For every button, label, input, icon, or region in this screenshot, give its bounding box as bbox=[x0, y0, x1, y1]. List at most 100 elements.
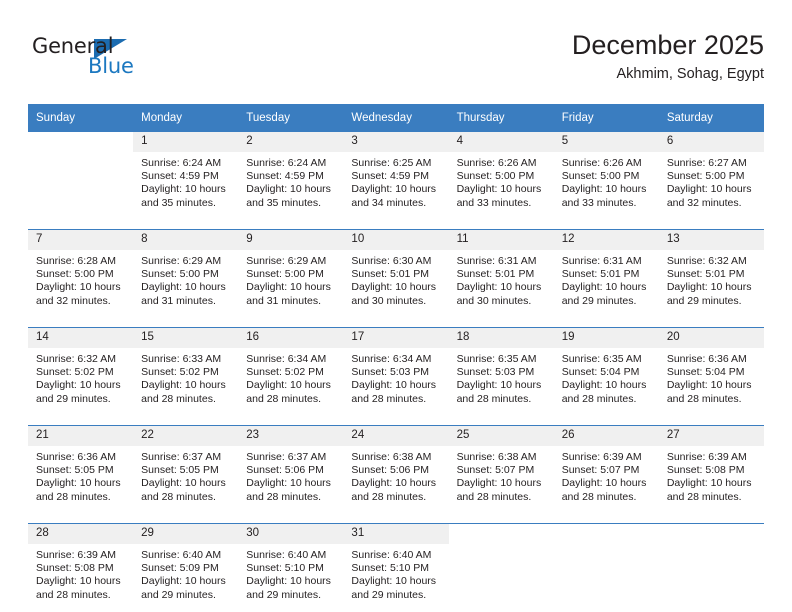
daylight-text-line2: and 28 minutes. bbox=[246, 490, 321, 503]
calendar-day-cell[interactable]: 24 Sunrise: 6:38 AM Sunset: 5:06 PM Dayligh… bbox=[343, 425, 449, 508]
sunset-text: Sunset: 5:04 PM bbox=[561, 366, 640, 379]
sunrise-text: Sunrise: 6:31 AM bbox=[456, 255, 537, 267]
calendar-day-cell[interactable]: 10 Sunrise: 6:30 AM Sunset: 5:01 PM Dayligh… bbox=[343, 229, 449, 312]
calendar-day-cell[interactable]: 8 Sunrise: 6:29 AM Sunset: 5:00 PM Daylight… bbox=[133, 229, 239, 312]
calendar-day-cell[interactable]: 23 Sunrise: 6:37 AM Sunset: 5:06 PM Dayligh… bbox=[238, 425, 344, 508]
calendar-day-cell[interactable]: 17 Sunrise: 6:34 AM Sunset: 5:03 PM Dayligh… bbox=[343, 327, 449, 410]
daylight-text-line2: and 28 minutes. bbox=[246, 392, 321, 405]
calendar-day-cell[interactable]: 29 Sunrise: 6:40 AM Sunset: 5:09 PM Dayligh… bbox=[133, 523, 239, 606]
daylight-text-line1: Daylight: 10 hours bbox=[246, 379, 331, 392]
calendar-day-cell[interactable]: 27 Sunrise: 6:39 AM Sunset: 5:08 PM Dayligh… bbox=[658, 425, 764, 508]
calendar-day-cell[interactable]: 28 Sunrise: 6:39 AM Sunset: 5:08 PM Dayligh… bbox=[28, 523, 134, 606]
sunset-text: Sunset: 5:05 PM bbox=[36, 464, 114, 477]
sunset-text: Sunset: 5:04 PM bbox=[666, 366, 745, 379]
calendar-day-cell[interactable]: 31 Sunrise: 6:40 AM Sunset: 5:10 PM Dayligh… bbox=[343, 523, 449, 606]
daylight-text-line2: and 28 minutes. bbox=[36, 490, 111, 503]
brand-logo[interactable]: General Blue bbox=[28, 34, 228, 90]
daylight-text-line2: and 28 minutes. bbox=[351, 490, 427, 503]
day-cell-body bbox=[448, 524, 554, 606]
sunset-text: Sunset: 5:02 PM bbox=[141, 366, 219, 379]
calendar-day-cell[interactable]: 3 Sunrise: 6:25 AM Sunset: 4:59 PM Daylight… bbox=[343, 132, 449, 214]
calendar-day-cell[interactable]: 5 Sunrise: 6:26 AM Sunset: 5:00 PM Daylight… bbox=[553, 132, 659, 214]
daylight-text-line1: Daylight: 10 hours bbox=[456, 379, 542, 392]
brand-name-blue: Blue bbox=[88, 54, 134, 78]
day-number: 1 bbox=[133, 132, 239, 152]
sunrise-text: Sunrise: 6:39 AM bbox=[561, 451, 642, 463]
day-cell-body: 14 Sunrise: 6:32 AM Sunset: 5:02 PM Dayligh… bbox=[28, 328, 134, 410]
sunrise-text: Sunrise: 6:31 AM bbox=[561, 255, 642, 267]
day-cell-body: 12 Sunrise: 6:31 AM Sunset: 5:01 PM Dayligh… bbox=[553, 230, 659, 312]
day-number: 15 bbox=[133, 328, 239, 348]
sunset-text: Sunset: 5:03 PM bbox=[351, 366, 430, 379]
calendar-week-row: 14 Sunrise: 6:32 AM Sunset: 5:02 PM Dayligh… bbox=[28, 327, 764, 410]
calendar-day-cell[interactable]: 2 Sunrise: 6:24 AM Sunset: 4:59 PM Daylight… bbox=[238, 132, 344, 214]
day-details: Sunrise: 6:36 AM Sunset: 5:05 PM Daylight:… bbox=[28, 446, 133, 504]
day-number: 7 bbox=[28, 230, 134, 250]
calendar-day-cell[interactable]: 26 Sunrise: 6:39 AM Sunset: 5:07 PM Dayligh… bbox=[553, 425, 659, 508]
daylight-text-line2: and 28 minutes. bbox=[561, 490, 637, 503]
sunrise-text: Sunrise: 6:32 AM bbox=[36, 353, 116, 365]
sunrise-text: Sunrise: 6:40 AM bbox=[246, 549, 327, 561]
calendar-day-cell[interactable]: 14 Sunrise: 6:32 AM Sunset: 5:02 PM Dayligh… bbox=[28, 327, 134, 410]
daylight-text-line2: and 32 minutes. bbox=[36, 294, 111, 307]
sunset-text: Sunset: 5:00 PM bbox=[561, 170, 640, 183]
daylight-text-line1: Daylight: 10 hours bbox=[666, 477, 752, 490]
day-number: 16 bbox=[238, 328, 344, 348]
sunset-text: Sunset: 5:00 PM bbox=[36, 268, 114, 281]
calendar-day-cell[interactable]: 16 Sunrise: 6:34 AM Sunset: 5:02 PM Dayligh… bbox=[238, 327, 344, 410]
calendar-day-cell[interactable]: 30 Sunrise: 6:40 AM Sunset: 5:10 PM Dayligh… bbox=[238, 523, 344, 606]
day-details: Sunrise: 6:29 AM Sunset: 5:00 PM Daylight:… bbox=[238, 250, 343, 308]
day-cell-body: 26 Sunrise: 6:39 AM Sunset: 5:07 PM Dayligh… bbox=[553, 426, 659, 508]
day-number: 17 bbox=[343, 328, 449, 348]
daylight-text-line2: and 31 minutes. bbox=[246, 294, 321, 307]
day-cell-body: 20 Sunrise: 6:36 AM Sunset: 5:04 PM Dayligh… bbox=[658, 328, 764, 410]
daylight-text-line1: Daylight: 10 hours bbox=[456, 281, 542, 294]
calendar-day-cell[interactable]: 7 Sunrise: 6:28 AM Sunset: 5:00 PM Daylight… bbox=[28, 229, 134, 312]
day-number: 26 bbox=[553, 426, 659, 446]
sunset-text: Sunset: 5:00 PM bbox=[456, 170, 535, 183]
calendar-day-cell[interactable]: 11 Sunrise: 6:31 AM Sunset: 5:01 PM Dayligh… bbox=[448, 229, 554, 312]
day-cell-body: 27 Sunrise: 6:39 AM Sunset: 5:08 PM Dayligh… bbox=[658, 426, 764, 508]
calendar-day-cell-empty bbox=[28, 132, 134, 214]
daylight-text-line2: and 28 minutes. bbox=[666, 392, 742, 405]
daylight-text-line1: Daylight: 10 hours bbox=[246, 281, 331, 294]
day-details: Sunrise: 6:39 AM Sunset: 5:08 PM Daylight:… bbox=[659, 446, 764, 504]
calendar-day-cell[interactable]: 1 Sunrise: 6:24 AM Sunset: 4:59 PM Daylight… bbox=[133, 132, 239, 214]
day-details: Sunrise: 6:31 AM Sunset: 5:01 PM Daylight:… bbox=[449, 250, 554, 308]
calendar-day-cell[interactable]: 18 Sunrise: 6:35 AM Sunset: 5:03 PM Dayligh… bbox=[448, 327, 554, 410]
calendar-day-cell[interactable]: 19 Sunrise: 6:35 AM Sunset: 5:04 PM Dayligh… bbox=[553, 327, 659, 410]
sunrise-text: Sunrise: 6:35 AM bbox=[561, 353, 642, 365]
daylight-text-line2: and 30 minutes. bbox=[456, 294, 532, 307]
calendar-day-cell[interactable]: 20 Sunrise: 6:36 AM Sunset: 5:04 PM Dayligh… bbox=[658, 327, 764, 410]
day-details: Sunrise: 6:29 AM Sunset: 5:00 PM Daylight:… bbox=[133, 250, 238, 308]
sunrise-text: Sunrise: 6:39 AM bbox=[666, 451, 747, 463]
sunrise-text: Sunrise: 6:35 AM bbox=[456, 353, 537, 365]
page-title: December 2025 bbox=[571, 30, 764, 60]
sunrise-text: Sunrise: 6:34 AM bbox=[351, 353, 432, 365]
daylight-text-line1: Daylight: 10 hours bbox=[36, 575, 121, 588]
calendar-day-cell[interactable]: 12 Sunrise: 6:31 AM Sunset: 5:01 PM Dayligh… bbox=[553, 229, 659, 312]
day-cell-body: 4 Sunrise: 6:26 AM Sunset: 5:00 PM Daylight… bbox=[448, 132, 554, 214]
daylight-text-line1: Daylight: 10 hours bbox=[666, 183, 752, 196]
sunset-text: Sunset: 5:07 PM bbox=[456, 464, 535, 477]
day-cell-body bbox=[28, 132, 134, 214]
calendar-day-cell-empty bbox=[553, 523, 659, 606]
sunset-text: Sunset: 5:02 PM bbox=[246, 366, 324, 379]
day-number: 9 bbox=[238, 230, 344, 250]
sunset-text: Sunset: 5:09 PM bbox=[141, 562, 219, 575]
calendar-day-cell[interactable]: 22 Sunrise: 6:37 AM Sunset: 5:05 PM Dayligh… bbox=[133, 425, 239, 508]
day-number: 20 bbox=[658, 328, 764, 348]
calendar-day-cell[interactable]: 13 Sunrise: 6:32 AM Sunset: 5:01 PM Dayligh… bbox=[658, 229, 764, 312]
calendar-day-cell[interactable]: 6 Sunrise: 6:27 AM Sunset: 5:00 PM Daylight… bbox=[658, 132, 764, 214]
day-details: Sunrise: 6:26 AM Sunset: 5:00 PM Daylight:… bbox=[554, 152, 659, 210]
sunrise-text: Sunrise: 6:28 AM bbox=[36, 255, 116, 267]
calendar-day-cell[interactable]: 21 Sunrise: 6:36 AM Sunset: 5:05 PM Dayligh… bbox=[28, 425, 134, 508]
week-spacer-row bbox=[28, 312, 764, 328]
sunset-text: Sunset: 5:01 PM bbox=[456, 268, 535, 281]
sunset-text: Sunset: 5:02 PM bbox=[36, 366, 114, 379]
calendar-day-cell[interactable]: 4 Sunrise: 6:26 AM Sunset: 5:00 PM Daylight… bbox=[448, 132, 554, 214]
calendar-day-cell[interactable]: 25 Sunrise: 6:38 AM Sunset: 5:07 PM Dayligh… bbox=[448, 425, 554, 508]
day-number bbox=[28, 132, 134, 152]
calendar-day-cell[interactable]: 15 Sunrise: 6:33 AM Sunset: 5:02 PM Dayligh… bbox=[133, 327, 239, 410]
calendar-day-cell[interactable]: 9 Sunrise: 6:29 AM Sunset: 5:00 PM Daylight… bbox=[238, 229, 344, 312]
